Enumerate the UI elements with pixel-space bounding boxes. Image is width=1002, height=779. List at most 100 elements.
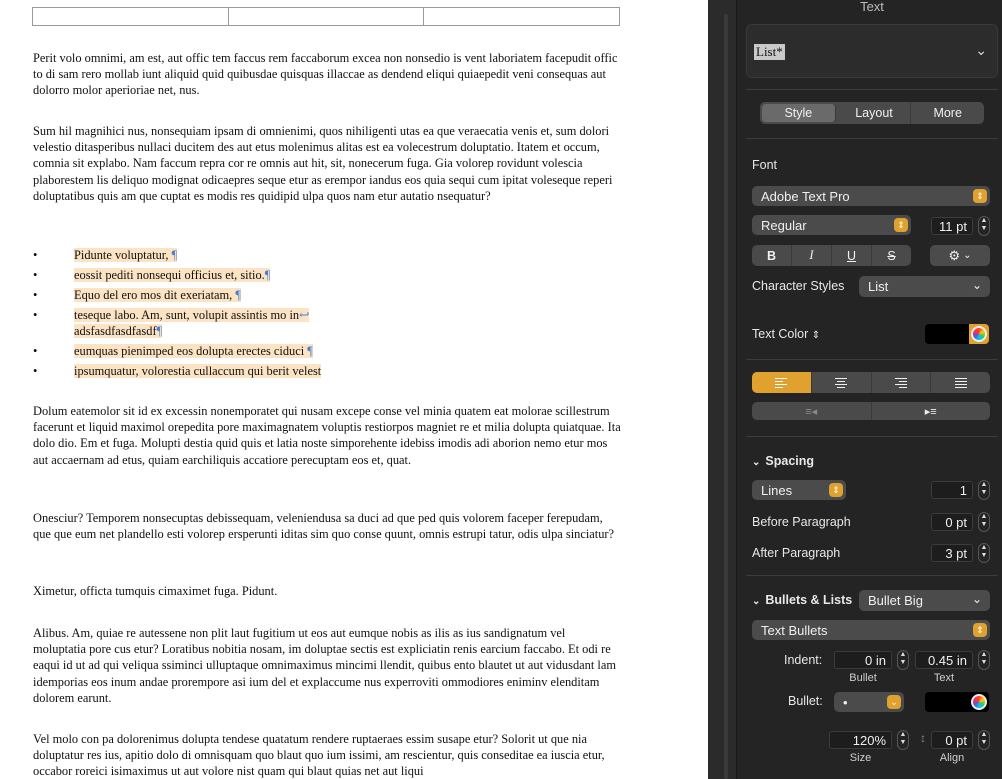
bullet-size-field[interactable]: 120% — [829, 731, 892, 749]
bullet-list[interactable]: • Pidunte voluptatur, ¶ • eossit pediti … — [33, 247, 621, 383]
text-indent-field[interactable]: 0.45 in — [915, 651, 973, 669]
line-spacing-stepper[interactable]: ▲ ▼ — [978, 480, 990, 500]
spacing-mode-popup[interactable]: Lines ⇕ — [752, 480, 846, 500]
bullet-align-field[interactable]: 0 pt — [931, 731, 973, 749]
document-canvas[interactable]: Perit volo omnimi, am est, aut offic tem… — [0, 0, 708, 779]
vertical-align-icon: ↕ — [920, 731, 926, 745]
text-color-label[interactable]: Text Color ⇕ — [752, 327, 820, 341]
pilcrow-mark: ¶ — [235, 288, 241, 302]
decrease-indent-button[interactable]: ≡◂ — [752, 402, 872, 420]
updown-chevron-icon: ⇕ — [973, 623, 987, 637]
list-item-text: adsfasdfasdfasdf — [74, 324, 157, 338]
body-paragraph[interactable]: Sum hil magnihici nus, nonsequiam ipsam … — [33, 123, 621, 204]
list-item[interactable]: • teseque labo. Am, sunt, volupit assint… — [33, 307, 621, 339]
increase-indent-button[interactable]: ▸≡ — [872, 402, 991, 420]
chevron-down-icon: ⌄ — [975, 42, 987, 58]
body-paragraph[interactable]: Alibus. Am, quiae re autessene non plit … — [33, 625, 621, 706]
paragraph-style-popup[interactable]: List* ⌄ — [746, 24, 998, 78]
alignment-buttons[interactable] — [752, 372, 990, 393]
bullet-indent-field[interactable]: 0 in — [834, 651, 892, 669]
spacing-disclosure[interactable]: ⌄ Spacing — [752, 454, 814, 468]
body-paragraph[interactable]: Perit volo omnimi, am est, aut offic tem… — [33, 50, 621, 99]
font-size-stepper[interactable]: ▲ ▼ — [978, 216, 990, 236]
list-item[interactable]: • ipsumquatur, volorestia cullaccum qui … — [33, 363, 621, 379]
chevron-down-icon: ⌄ — [971, 592, 982, 606]
chevron-down-icon: ⌄ — [752, 596, 761, 607]
updown-chevron-icon: ⇕ — [811, 330, 821, 341]
body-paragraph[interactable]: Dolum eatemolor sit id ex excessin nonem… — [33, 403, 621, 468]
after-paragraph-stepper[interactable]: ▲ ▼ — [978, 543, 990, 563]
body-paragraph[interactable]: Vel molo con pa dolorenimus dolupta tend… — [33, 731, 621, 779]
character-styles-popup[interactable]: List ⌄ — [859, 276, 990, 297]
bullet-marker: • — [33, 344, 38, 358]
before-paragraph-stepper[interactable]: ▲ ▼ — [978, 512, 990, 532]
table-cell[interactable] — [33, 8, 229, 25]
bullet-size-caption: Size — [849, 752, 872, 764]
align-center-button[interactable] — [812, 372, 872, 393]
typeface-popup[interactable]: Regular ⇕ — [752, 215, 911, 235]
strikethrough-button[interactable]: S — [872, 245, 911, 266]
text-indent-stepper[interactable]: ▲ ▼ — [978, 650, 990, 670]
align-left-button[interactable] — [752, 372, 812, 393]
text-indent-caption: Text — [933, 672, 955, 684]
decrease-indent-icon: ≡◂ — [805, 405, 818, 418]
bullet-color-well[interactable] — [925, 692, 989, 712]
bullet-character-popup[interactable]: • ⌄ — [834, 692, 904, 712]
list-item[interactable]: • eossit pediti nonsequi officius et, si… — [33, 267, 621, 283]
bullet-character-value: • — [843, 694, 848, 710]
text-color-well[interactable] — [925, 324, 989, 344]
advanced-options-button[interactable]: ⚙ ⌄ — [930, 245, 990, 266]
bold-button[interactable]: B — [752, 245, 792, 266]
body-paragraph[interactable]: Ximetur, officta tumquis cimaximet fuga.… — [33, 583, 621, 599]
align-right-icon — [894, 377, 907, 388]
line-spacing-field[interactable]: 1 — [931, 481, 973, 499]
bullet-size-stepper[interactable]: ▲ ▼ — [897, 730, 909, 750]
inspector-scrollbar[interactable] — [708, 0, 737, 779]
body-paragraph[interactable]: Onesciur? Temporem nonsecuptas debissequ… — [33, 510, 621, 542]
font-family-popup[interactable]: Adobe Text Pro ⇕ — [752, 186, 990, 206]
table-cell[interactable] — [229, 8, 425, 25]
list-item[interactable]: • Equo del ero mos dit exeriatam, ¶ — [33, 287, 621, 303]
chevron-down-icon: ⌄ — [887, 695, 901, 709]
table-fragment[interactable] — [32, 7, 620, 26]
list-item-text: Equo del ero mos dit exeriatam, — [74, 288, 236, 302]
bullet-type-popup[interactable]: Text Bullets ⇕ — [752, 620, 990, 640]
underline-button[interactable]: U — [832, 245, 872, 266]
scrollbar-thumb[interactable] — [724, 14, 728, 779]
after-paragraph-label: After Paragraph — [752, 546, 841, 560]
updown-chevron-icon: ⇕ — [894, 218, 908, 232]
list-item-text: eossit pediti nonsequi officius et, siti… — [74, 268, 265, 282]
tab-more[interactable]: More — [911, 102, 984, 124]
bullet-marker: • — [33, 288, 38, 302]
bullet-marker: • — [33, 248, 38, 262]
bullets-lists-disclosure[interactable]: ⌄ Bullets & Lists — [752, 593, 852, 607]
inspector-tabs[interactable]: Style Layout More — [760, 102, 984, 124]
justify-button[interactable] — [931, 372, 990, 393]
list-item[interactable]: • Pidunte voluptatur, ¶ — [33, 247, 621, 263]
list-item[interactable]: • eumquas pienimped eos dolupta erectes … — [33, 343, 621, 359]
before-paragraph-label: Before Paragraph — [752, 515, 851, 529]
color-wheel-icon — [971, 694, 987, 710]
font-section-label: Font — [752, 158, 778, 172]
paragraph-style-name: List* — [754, 44, 785, 60]
bullet-marker: • — [33, 308, 38, 322]
tab-style[interactable]: Style — [762, 104, 836, 122]
align-right-button[interactable] — [872, 372, 932, 393]
format-inspector: Text List* ⌄ Style Layout More Font Adob… — [708, 0, 1002, 779]
font-size-field[interactable]: 11 pt — [931, 217, 973, 235]
pilcrow-mark: ¶ — [156, 324, 163, 338]
after-paragraph-field[interactable]: 3 pt — [931, 544, 973, 562]
table-cell[interactable] — [424, 8, 619, 25]
before-paragraph-field[interactable]: 0 pt — [931, 513, 973, 531]
bullet-indent-stepper[interactable]: ▲ ▼ — [897, 650, 909, 670]
italic-button[interactable]: I — [792, 245, 832, 266]
bullet-align-stepper[interactable]: ▲ ▼ — [978, 730, 990, 750]
gear-icon: ⚙ — [948, 247, 961, 263]
pilcrow-mark: ¶ — [307, 344, 313, 358]
tab-layout[interactable]: Layout — [838, 102, 912, 124]
list-style-popup[interactable]: Bullet Big ⌄ — [859, 590, 990, 611]
color-picker-button[interactable] — [969, 324, 989, 344]
indent-buttons[interactable]: ≡◂ ▸≡ — [752, 402, 990, 420]
text-format-buttons[interactable]: B I U S — [752, 245, 911, 266]
font-family-value: Adobe Text Pro — [761, 188, 850, 204]
